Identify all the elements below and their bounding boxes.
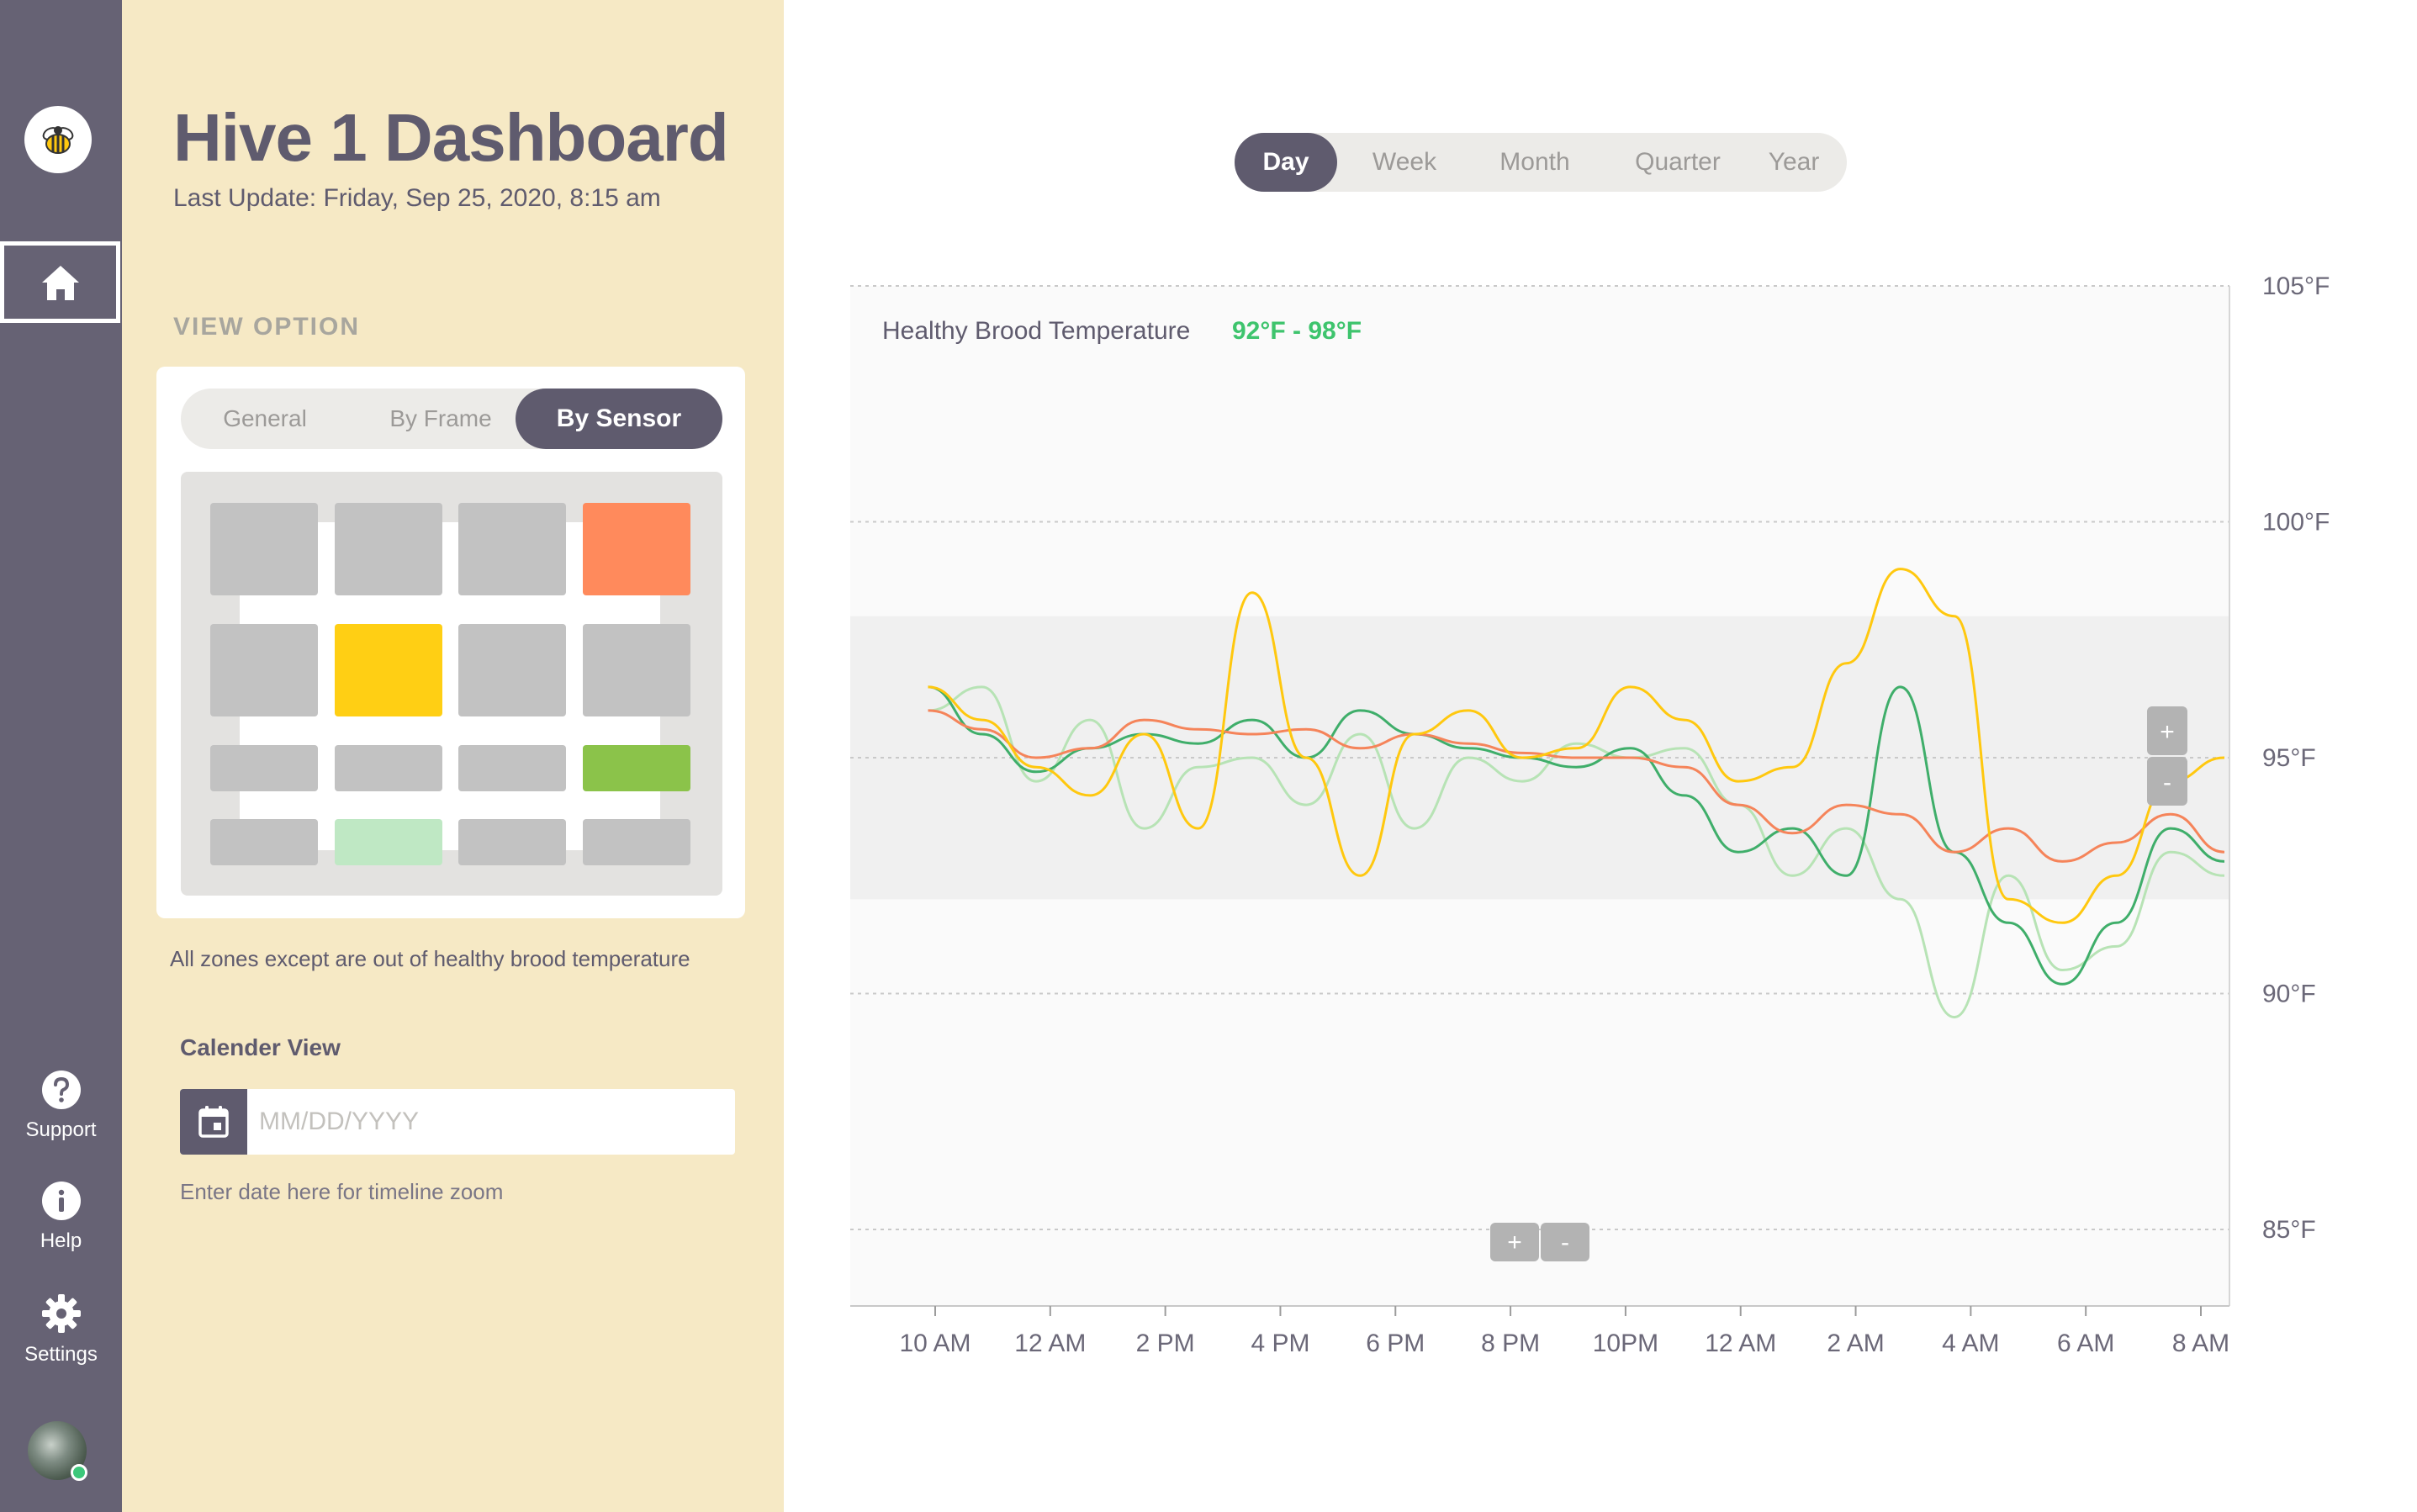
y-tick-label: 95°F xyxy=(2262,744,2316,772)
plus-icon: + xyxy=(1507,1229,1522,1256)
x-tick-label: 2 AM xyxy=(1827,1330,1884,1357)
x-tick-label: 4 AM xyxy=(1942,1330,1999,1357)
minus-icon: - xyxy=(2163,769,2171,796)
x-tick-label: 4 PM xyxy=(1251,1330,1309,1357)
y-tick-label: 105°F xyxy=(2262,272,2330,300)
app: Support Help Settings Hive 1 Dashboard L… xyxy=(0,0,2417,1512)
x-tick-label: 12 AM xyxy=(1705,1330,1776,1357)
plus-icon: + xyxy=(2160,718,2175,746)
x-tick-label: 12 AM xyxy=(1014,1330,1086,1357)
band-annotation-range: 92°F - 98°F xyxy=(1232,317,1362,345)
band-annotation-label: Healthy Brood Temperature xyxy=(882,317,1190,345)
x-tick-label: 10PM xyxy=(1593,1330,1658,1357)
x-tick-label: 10 AM xyxy=(899,1330,971,1357)
x-tick-label: 8 PM xyxy=(1481,1330,1540,1357)
y-tick-label: 100°F xyxy=(2262,509,2330,537)
y-tick-label: 90°F xyxy=(2262,981,2316,1008)
minus-icon: - xyxy=(1561,1229,1569,1256)
temperature-chart: 105°F 100°F 95°F 90°F 85°F 10 AM 12 AM 2 PM 4 P… xyxy=(850,272,2330,1357)
x-tick-label: 6 PM xyxy=(1366,1330,1425,1357)
x-tick-label: 6 AM xyxy=(2057,1330,2114,1357)
y-tick-label: 85°F xyxy=(2262,1216,2316,1244)
x-tick-label: 8 AM xyxy=(2172,1330,2229,1357)
x-tick-label: 2 PM xyxy=(1136,1330,1195,1357)
